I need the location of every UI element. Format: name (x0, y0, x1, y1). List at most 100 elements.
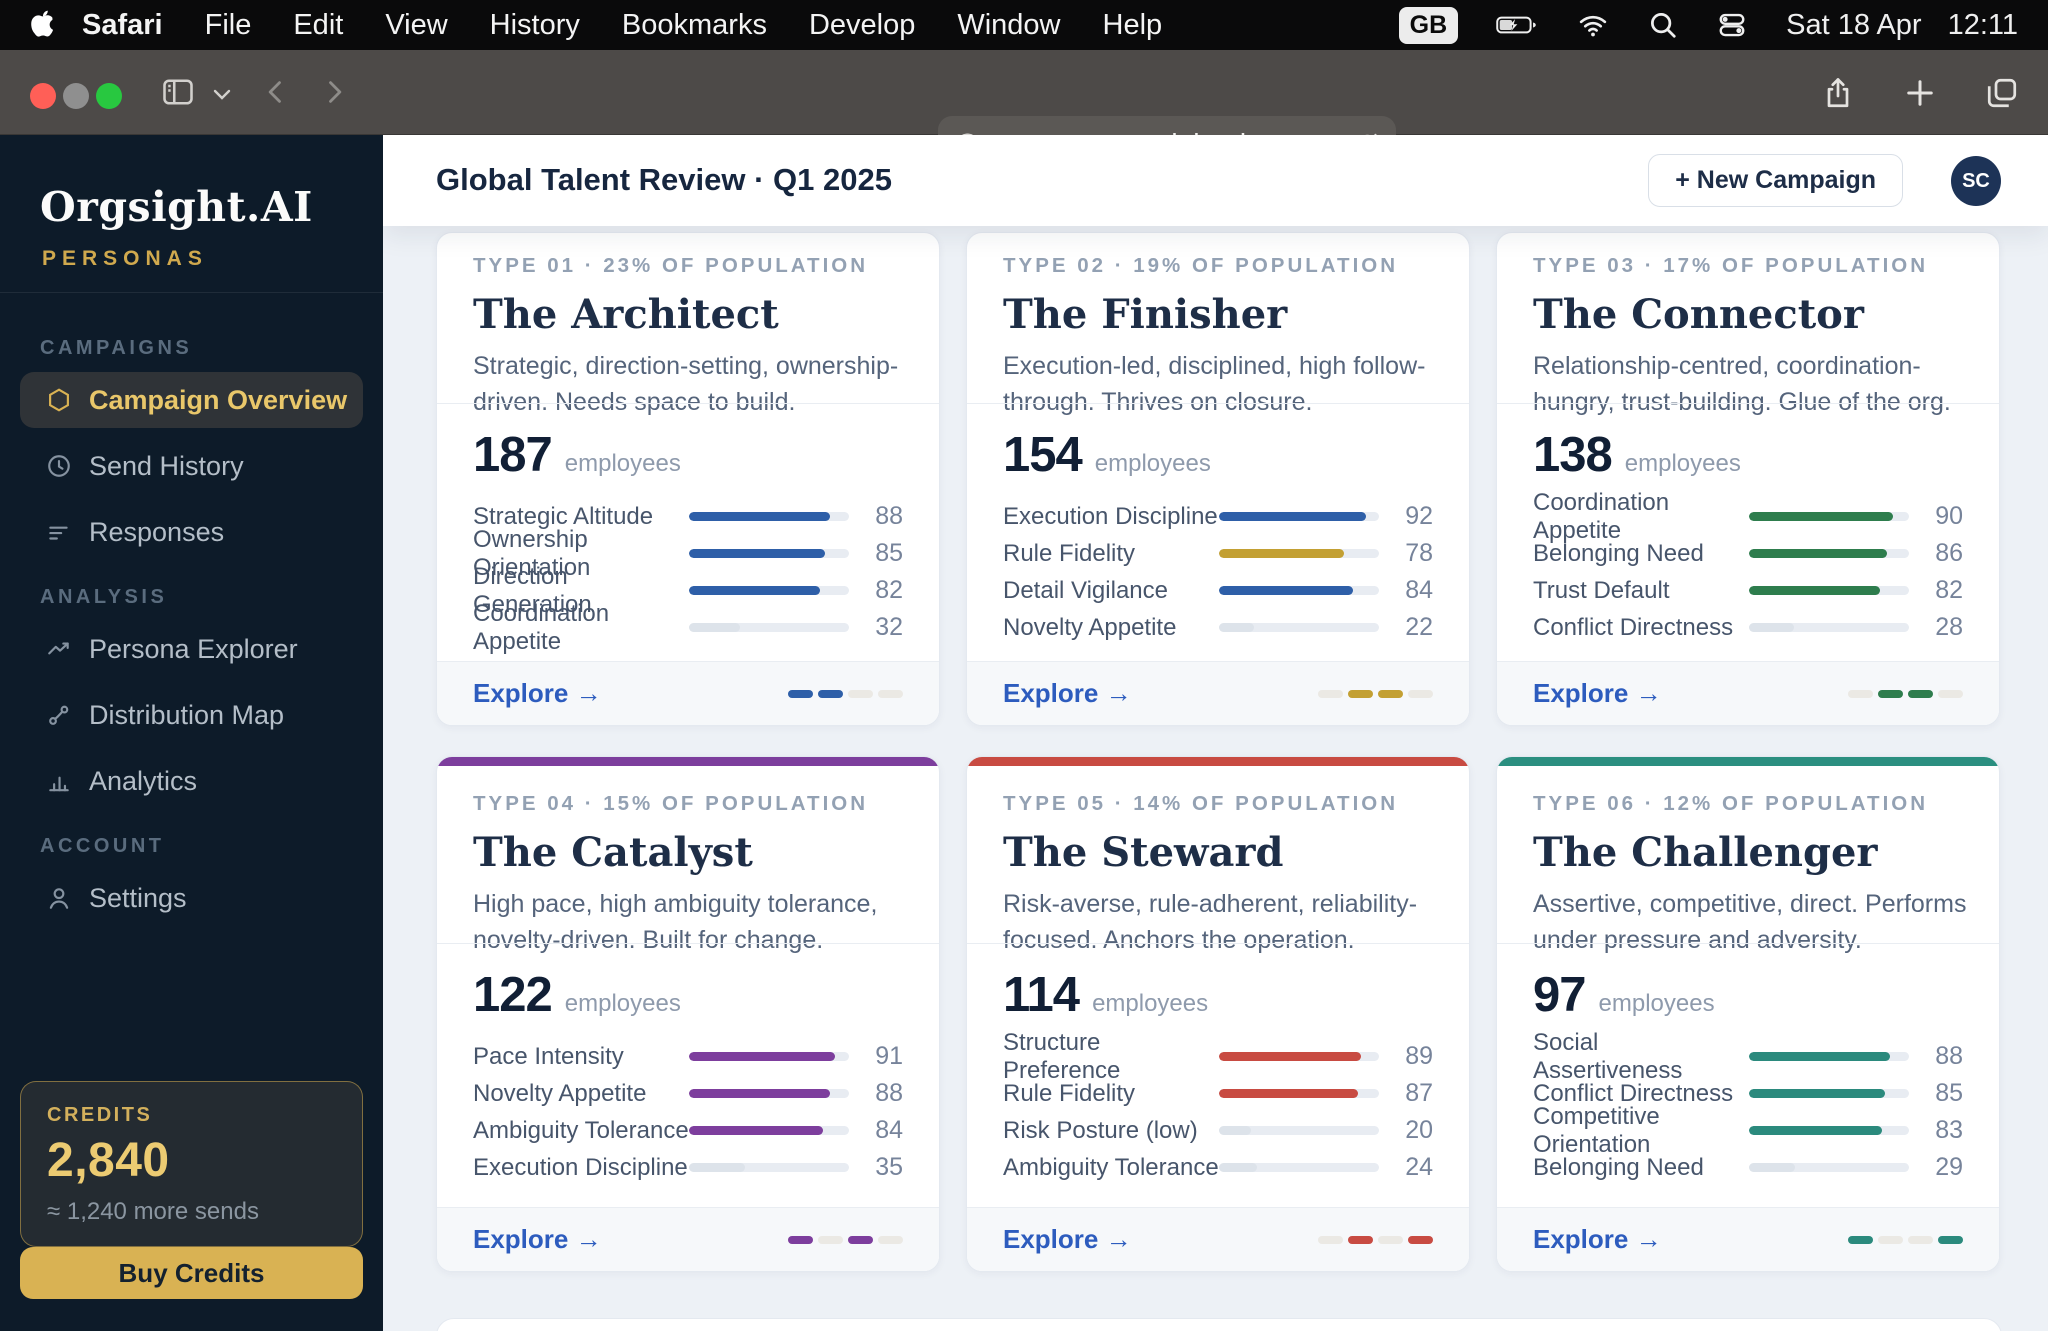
explore-link[interactable]: Explore → (1533, 678, 1662, 709)
metric-bar-fill (1749, 623, 1794, 632)
menu-item-safari[interactable]: Safari (68, 9, 184, 42)
apple-logo-icon[interactable] (30, 10, 56, 40)
metric-row: Social Assertiveness 88 (1533, 1029, 1963, 1084)
metric-label: Rule Fidelity (1003, 539, 1136, 567)
explore-link[interactable]: Explore → (1003, 1224, 1132, 1255)
metric-value: 92 (1405, 502, 1433, 530)
metric-row: Novelty Appetite 22 (1003, 609, 1433, 646)
metric-bar-track (1219, 586, 1379, 595)
explore-link[interactable]: Explore → (1533, 1224, 1662, 1255)
sidebar-chevron-icon[interactable] (212, 88, 232, 102)
persona-type-label: TYPE 05 · 14% OF POPULATION (1003, 792, 1399, 815)
sidebar-item-campaign-overview[interactable]: Campaign Overview (20, 372, 363, 428)
user-avatar[interactable]: SC (1951, 156, 2001, 206)
explore-link[interactable]: Explore → (473, 1224, 602, 1255)
control-center-icon[interactable] (1716, 10, 1748, 40)
metric-label: Belonging Need (1533, 1153, 1704, 1181)
menu-item-develop[interactable]: Develop (788, 9, 936, 42)
trend-icon (46, 636, 72, 662)
metric-row: Rule Fidelity 87 (1003, 1075, 1433, 1112)
input-source-badge[interactable]: GB (1398, 6, 1459, 44)
metric-bar-track (689, 1089, 849, 1098)
nodes-icon (46, 702, 72, 728)
credits-card: CREDITS 2,840 ≈ 1,240 more sends (20, 1081, 363, 1247)
card-footer: Explore → (1497, 1207, 1999, 1271)
metric-row: Execution Discipline 35 (473, 1149, 903, 1186)
employee-count: 97 (1533, 968, 1587, 1022)
metric-row: Structure Preference 89 (1003, 1029, 1433, 1084)
menu-status-area: GB Sat 18 Apr 12:11 (1398, 6, 2018, 44)
employee-count-unit: employees (564, 990, 681, 1017)
spotlight-search-icon[interactable] (1648, 10, 1678, 40)
card-accent-strip (1497, 757, 1999, 766)
menu-item-view[interactable]: View (364, 9, 468, 42)
mini-bar-segment (1348, 689, 1373, 698)
metric-label: Risk Posture (low) (1003, 1116, 1198, 1144)
employee-count: 138 (1533, 428, 1613, 482)
mini-distribution-bars (788, 1235, 903, 1244)
sidebar-item-send-history[interactable]: Send History (20, 438, 363, 494)
card-footer: Explore → (967, 661, 1469, 725)
metric-bar-track (1749, 1126, 1909, 1135)
metric-row: Rule Fidelity 78 (1003, 535, 1433, 572)
menu-item-help[interactable]: Help (1082, 9, 1184, 42)
mini-bar-segment (1348, 1235, 1373, 1244)
clock-icon (46, 453, 72, 479)
metric-bar-track (689, 586, 849, 595)
explore-link[interactable]: Explore → (473, 678, 602, 709)
card-header: TYPE 05 · 14% OF POPULATION The Steward Ri… (967, 766, 1469, 954)
wifi-icon[interactable] (1576, 10, 1610, 40)
mini-bar-segment (1378, 1235, 1403, 1244)
sidebar-item-responses[interactable]: Responses (20, 504, 363, 560)
metric-row: Novelty Appetite 88 (473, 1075, 903, 1112)
metric-value: 82 (875, 576, 903, 604)
metric-value: 87 (1405, 1079, 1433, 1107)
sidebar-item-distribution-map[interactable]: Distribution Map (20, 687, 363, 743)
buy-credits-button[interactable]: Buy Credits (20, 1247, 363, 1299)
card-footer: Explore → (967, 1207, 1469, 1271)
employee-count-row: 138 employees (1533, 427, 1963, 483)
metric-value: 29 (1935, 1153, 1963, 1181)
sidebar-item-analytics[interactable]: Analytics (20, 753, 363, 809)
forward-button-icon[interactable] (320, 78, 348, 106)
card-stats: 154 employees Execution Discipline 92 Rule F… (967, 403, 1469, 661)
zoom-window-button[interactable] (96, 83, 122, 109)
metric-value: 32 (875, 613, 903, 641)
menu-item-edit[interactable]: Edit (272, 9, 364, 42)
app-logo: Orgsight.AI (40, 183, 313, 231)
metric-value: 89 (1405, 1042, 1433, 1070)
metric-label: Ambiguity Tolerance (1003, 1153, 1219, 1181)
mini-distribution-bars (1318, 689, 1433, 698)
persona-title: The Steward (1003, 829, 1284, 876)
menu-item-file[interactable]: File (184, 9, 273, 42)
new-campaign-button[interactable]: + New Campaign (1648, 154, 1903, 207)
metric-row: Risk Posture (low) 20 (1003, 1112, 1433, 1149)
close-window-button[interactable] (30, 83, 56, 109)
menu-item-window[interactable]: Window (936, 9, 1081, 42)
mini-bar-segment (1408, 1235, 1433, 1244)
sidebar-item-persona-explorer[interactable]: Persona Explorer (20, 621, 363, 677)
metric-label: Execution Discipline (473, 1153, 688, 1181)
metric-bar-track (1219, 1126, 1379, 1135)
share-icon[interactable] (1820, 75, 1856, 111)
employee-count-row: 122 employees (473, 967, 903, 1023)
sidebar-toggle-icon[interactable] (160, 74, 196, 110)
minimize-window-button[interactable] (63, 83, 89, 109)
metric-bar-fill (689, 623, 741, 632)
persona-type-label: TYPE 03 · 17% OF POPULATION (1533, 254, 1929, 277)
metric-bar-fill (1219, 1163, 1258, 1172)
menu-clock[interactable]: Sat 18 Apr 12:11 (1786, 9, 2018, 42)
back-button-icon[interactable] (262, 78, 290, 106)
card-accent-strip (967, 757, 1469, 766)
card-header: TYPE 02 · 19% OF POPULATION The Finisher E… (967, 233, 1469, 416)
tab-overview-icon[interactable] (1984, 75, 2020, 111)
menu-item-bookmarks[interactable]: Bookmarks (601, 9, 788, 42)
metric-bar-fill (689, 1126, 824, 1135)
battery-icon[interactable] (1496, 10, 1538, 40)
metric-label: Trust Default (1533, 576, 1670, 604)
menu-item-history[interactable]: History (469, 9, 601, 42)
sidebar-item-settings[interactable]: Settings (20, 870, 363, 926)
card-footer: Explore → (1497, 661, 1999, 725)
new-tab-icon[interactable] (1902, 75, 1938, 111)
explore-link[interactable]: Explore → (1003, 678, 1132, 709)
